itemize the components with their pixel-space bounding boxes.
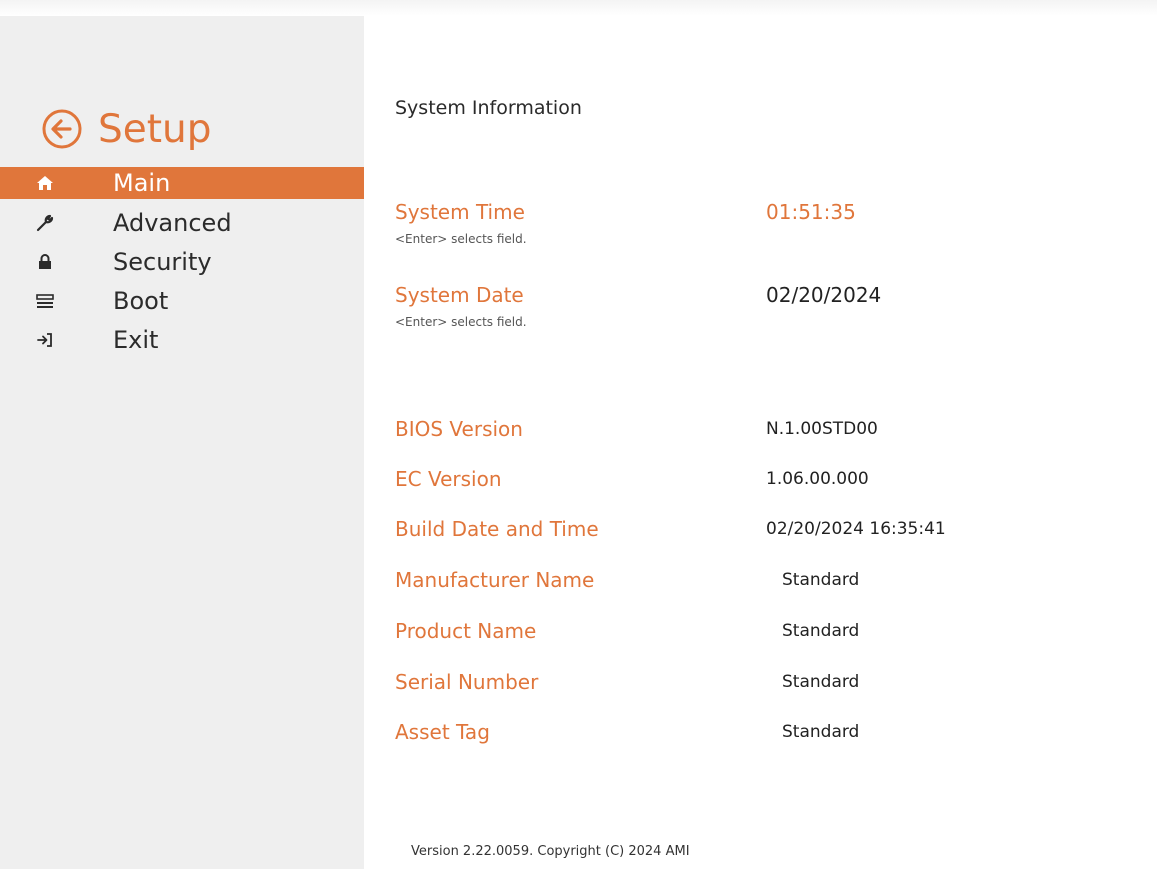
wrench-icon xyxy=(34,212,56,234)
sidebar-item-label: Advanced xyxy=(113,208,232,237)
info-value: Standard xyxy=(782,570,860,590)
home-icon xyxy=(34,172,56,194)
setup-header[interactable]: Setup xyxy=(40,104,212,154)
info-label: EC Version xyxy=(395,467,502,491)
sidebar-item-label: Exit xyxy=(113,325,159,354)
info-value: 1.06.00.000 xyxy=(766,469,869,489)
sidebar-item-boot[interactable]: Boot xyxy=(0,281,364,320)
info-label: BIOS Version xyxy=(395,417,523,441)
system-date-value[interactable]: 02/20/2024 xyxy=(766,283,881,307)
system-time-hint: <Enter> selects field. xyxy=(395,232,527,246)
lock-icon xyxy=(34,251,56,273)
system-time-label: System Time xyxy=(395,200,525,224)
sidebar-nav: Main Advanced Security Boot Exit xyxy=(0,167,364,359)
sidebar-item-main[interactable]: Main xyxy=(0,167,364,199)
info-label: Product Name xyxy=(395,619,537,643)
drive-icon xyxy=(34,290,56,312)
sidebar-item-label: Main xyxy=(113,169,171,197)
exit-icon xyxy=(34,329,56,351)
main-panel: System Information System Time 01:51:35 … xyxy=(364,16,1157,869)
system-time-value[interactable]: 01:51:35 xyxy=(766,200,856,224)
sidebar-item-exit[interactable]: Exit xyxy=(0,320,364,359)
info-value: N.1.00STD00 xyxy=(766,419,878,439)
info-label: Manufacturer Name xyxy=(395,568,595,592)
section-title: System Information xyxy=(395,97,582,119)
info-value: Standard xyxy=(782,621,860,641)
system-date-hint: <Enter> selects field. xyxy=(395,315,527,329)
sidebar-item-advanced[interactable]: Advanced xyxy=(0,203,364,242)
system-date-label: System Date xyxy=(395,283,524,307)
info-value: Standard xyxy=(782,672,860,692)
info-value: 02/20/2024 16:35:41 xyxy=(766,519,946,539)
version-footer: Version 2.22.0059. Copyright (C) 2024 AM… xyxy=(411,844,690,859)
bios-setup-window: Setup Main Advanced Security Boot Exit S… xyxy=(0,0,1157,869)
sidebar-item-security[interactable]: Security xyxy=(0,242,364,281)
top-shade xyxy=(0,0,1157,16)
setup-title: Setup xyxy=(98,106,212,152)
sidebar-item-label: Security xyxy=(113,247,212,276)
sidebar: Setup xyxy=(0,16,364,869)
sidebar-item-label: Boot xyxy=(113,286,169,315)
back-arrow-icon[interactable] xyxy=(40,107,84,151)
info-label: Serial Number xyxy=(395,670,539,694)
info-label: Asset Tag xyxy=(395,720,490,744)
info-value: Standard xyxy=(782,722,860,742)
info-label: Build Date and Time xyxy=(395,517,599,541)
